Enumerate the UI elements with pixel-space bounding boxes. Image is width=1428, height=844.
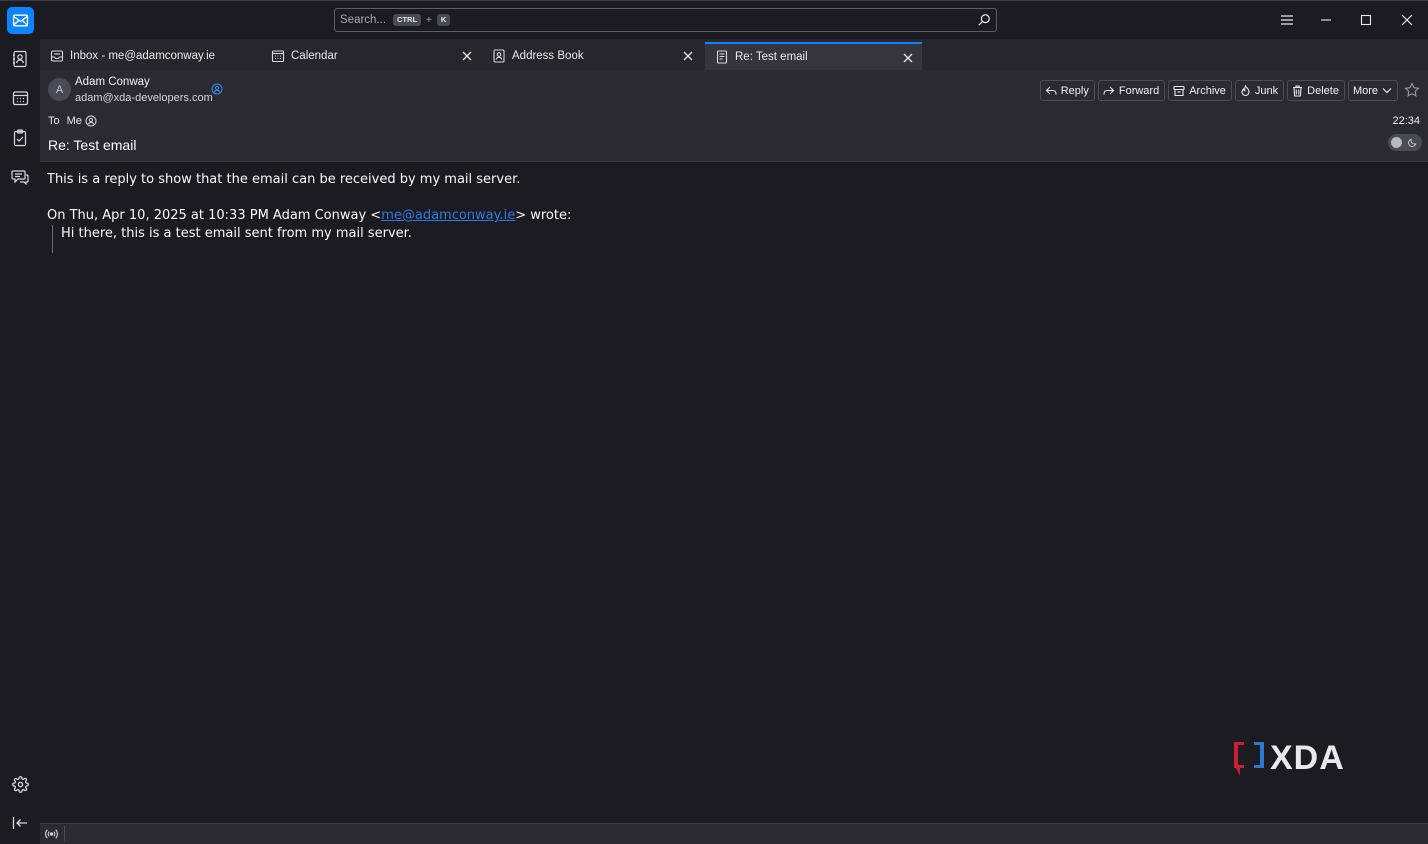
tasks-space-icon[interactable] <box>9 127 31 149</box>
reply-icon <box>1045 86 1057 95</box>
recipients-row: To Me <box>48 115 97 127</box>
tab-label: Inbox - me@adamconway.ie <box>70 50 216 62</box>
moon-icon <box>1408 138 1417 147</box>
search-bar[interactable]: Search... CTRL + K <box>334 8 997 32</box>
calendar-space-icon[interactable] <box>9 87 31 109</box>
collapse-sidebar-icon[interactable] <box>9 812 31 834</box>
tab-strip: Inbox - me@adamconway.ie Calendar Addres… <box>40 39 1428 70</box>
shortcut-k-key: K <box>436 14 451 26</box>
contact-icon[interactable] <box>85 115 97 127</box>
tab-inbox[interactable]: Inbox - me@adamconway.ie <box>40 42 260 70</box>
forward-button[interactable]: Forward <box>1097 80 1166 101</box>
address-book-icon <box>492 49 506 63</box>
settings-gear-icon[interactable] <box>9 773 31 795</box>
avatar: A <box>48 78 71 101</box>
menu-icon[interactable] <box>1276 9 1298 31</box>
star-icon[interactable] <box>1404 82 1420 98</box>
calendar-icon <box>271 49 285 63</box>
close-tab-icon[interactable] <box>680 48 696 64</box>
dark-mode-toggle[interactable] <box>1388 134 1422 151</box>
tab-calendar[interactable]: Calendar <box>261 42 481 70</box>
quoted-text: Hi there, this is a test email sent from… <box>52 225 1421 253</box>
message-body: This is a reply to show that the email c… <box>40 163 1428 823</box>
quote-header: On Thu, Apr 10, 2025 at 10:33 PM Adam Co… <box>47 208 572 223</box>
body-text: This is a reply to show that the email c… <box>47 172 521 187</box>
junk-button[interactable]: Junk <box>1234 80 1285 101</box>
archive-button[interactable]: Archive <box>1168 80 1232 101</box>
trash-icon <box>1293 84 1303 97</box>
forward-icon <box>1103 86 1115 95</box>
chat-space-icon[interactable] <box>9 166 31 188</box>
close-tab-icon[interactable] <box>459 48 475 64</box>
tab-label: Calendar <box>291 50 338 62</box>
address-book-space-icon[interactable] <box>9 48 31 70</box>
search-placeholder: Search... <box>340 14 387 26</box>
sender-email[interactable]: adam@xda-developers.com <box>75 92 213 104</box>
close-tab-icon[interactable] <box>900 50 916 66</box>
maximize-icon[interactable] <box>1355 9 1377 31</box>
svg-text:XDA: XDA <box>1270 739 1345 777</box>
shortcut-ctrl-key: CTRL <box>393 14 422 26</box>
online-status-icon[interactable] <box>44 827 59 841</box>
tab-label: Re: Test email <box>735 51 808 63</box>
status-divider <box>64 826 65 842</box>
tab-message[interactable]: Re: Test email <box>705 42 922 70</box>
message-header: A Adam Conway adam@xda-developers.com Re… <box>40 70 1428 162</box>
minimize-icon[interactable] <box>1315 9 1337 31</box>
tab-address-book[interactable]: Address Book <box>482 42 702 70</box>
search-icon[interactable] <box>977 13 991 27</box>
message-actions: Reply Forward Archive Junk Delete More <box>1039 80 1398 101</box>
toggle-knob <box>1391 137 1402 148</box>
sender-name[interactable]: Adam Conway <box>75 76 150 88</box>
message-icon <box>715 50 729 64</box>
close-window-icon[interactable] <box>1396 9 1418 31</box>
delete-button[interactable]: Delete <box>1287 80 1345 101</box>
message-subject: Re: Test email <box>48 137 137 153</box>
spaces-toolbar <box>0 39 40 844</box>
mail-app-icon[interactable] <box>7 7 34 34</box>
status-bar <box>40 823 1428 844</box>
reply-button[interactable]: Reply <box>1039 80 1095 101</box>
quote-email-link[interactable]: me@adamconway.ie <box>381 208 515 223</box>
to-label: To <box>48 115 60 127</box>
recipient-me[interactable]: Me <box>67 115 82 127</box>
title-bar: Search... CTRL + K <box>0 0 1428 39</box>
shortcut-plus: + <box>426 14 432 26</box>
archive-icon <box>1173 85 1185 96</box>
message-time: 22:34 <box>1392 115 1420 127</box>
tab-label: Address Book <box>512 50 584 62</box>
more-button[interactable]: More <box>1347 80 1398 101</box>
inbox-icon <box>50 49 64 63</box>
xda-watermark-logo: XDA <box>1234 739 1345 777</box>
junk-flame-icon <box>1241 84 1250 96</box>
add-contact-icon[interactable] <box>211 83 223 95</box>
chevron-down-icon <box>1382 88 1392 94</box>
